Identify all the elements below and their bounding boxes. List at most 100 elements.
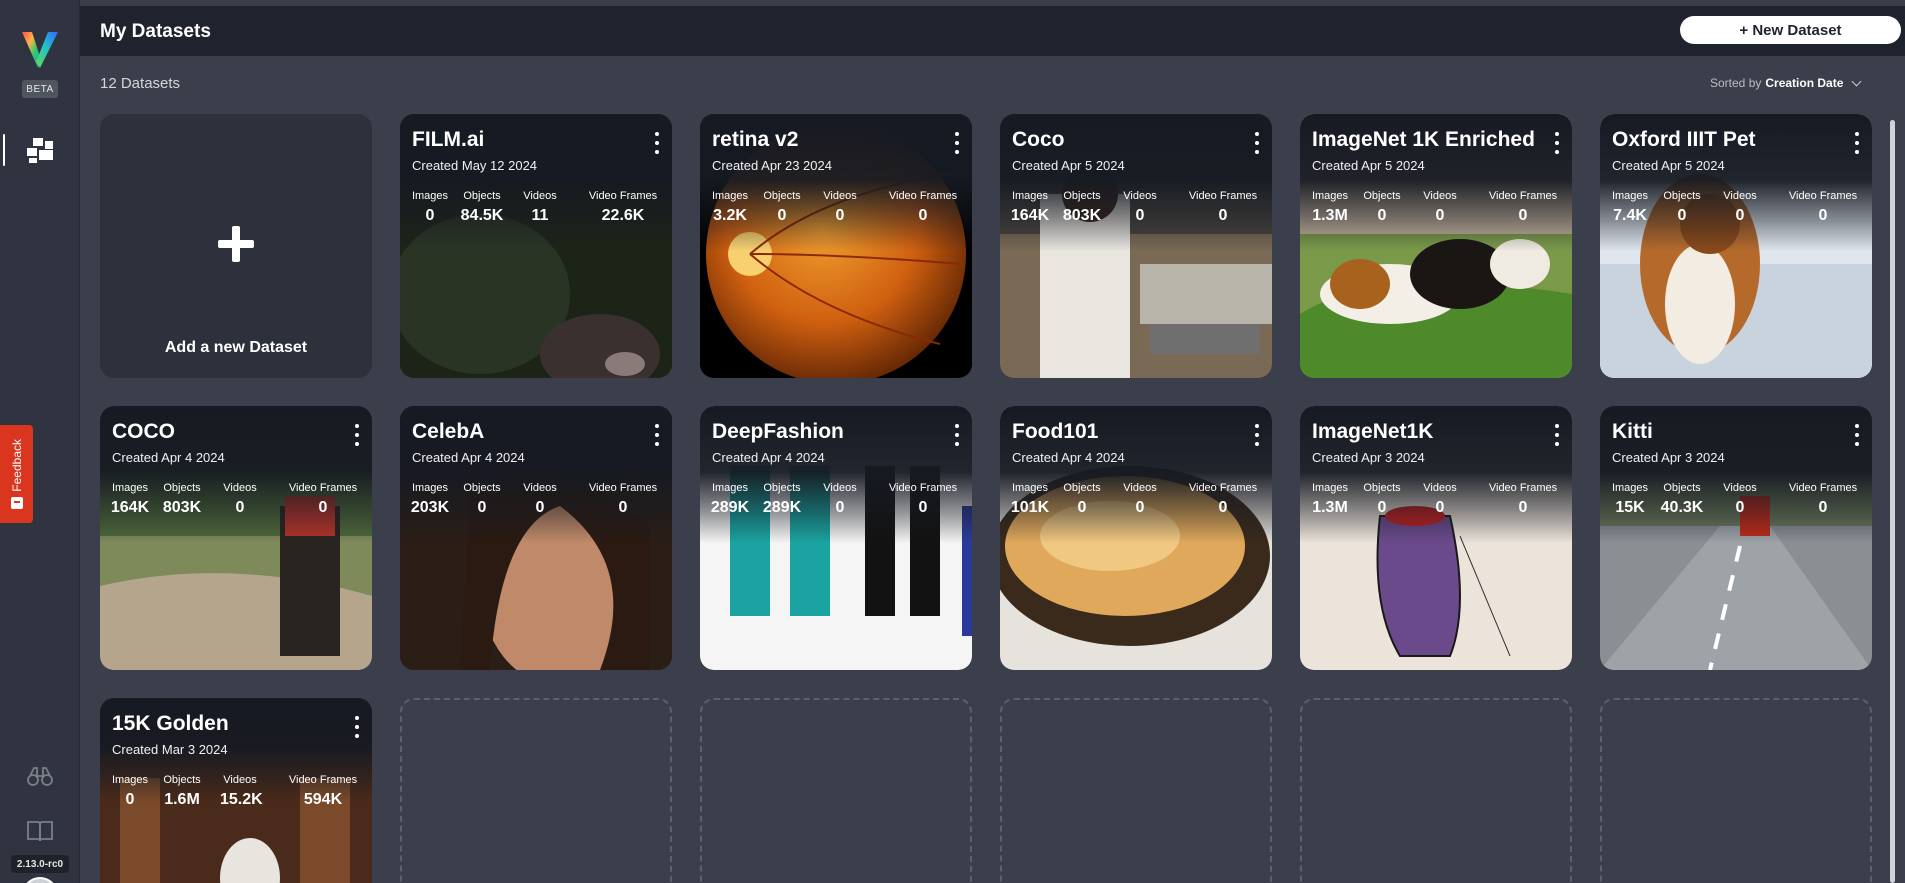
stat-objects: Objects 0 xyxy=(1063,482,1101,516)
stat-video-frames: Video Frames 0 xyxy=(1788,190,1858,224)
stat-video-frames: Video Frames 594K xyxy=(288,774,358,808)
dataset-card[interactable]: 15K Golden Created Mar 3 2024 Images 0 Ob… xyxy=(100,698,372,883)
stat-video-frames: Video Frames 0 xyxy=(588,482,658,516)
more-options-icon[interactable] xyxy=(1554,424,1560,446)
more-options-icon[interactable] xyxy=(1254,424,1260,446)
scrollbar[interactable] xyxy=(1890,120,1895,883)
dataset-created: Created Apr 4 2024 xyxy=(112,450,225,465)
stat-images: Images 164K xyxy=(1010,190,1050,224)
page-title: My Datasets xyxy=(100,21,211,42)
dataset-card[interactable]: CelebA Created Apr 4 2024 Images 203K Obj… xyxy=(400,406,672,670)
dataset-created: Created Apr 4 2024 xyxy=(412,450,525,465)
stat-video-frames: Video Frames 0 xyxy=(888,482,958,516)
plus-icon xyxy=(218,226,254,262)
card-overlay xyxy=(1600,406,1872,670)
more-options-icon[interactable] xyxy=(954,132,960,154)
more-options-icon[interactable] xyxy=(1254,132,1260,154)
feedback-label: Feedback xyxy=(9,438,24,492)
stat-objects: Objects 803K xyxy=(1062,190,1102,224)
dataset-name: Food101 xyxy=(1012,420,1099,443)
sidebar-item-datasets[interactable] xyxy=(0,130,80,170)
stat-images: Images 1.3M xyxy=(1311,482,1349,516)
dataset-name: Kitti xyxy=(1612,420,1653,443)
dataset-card[interactable]: Kitti Created Apr 3 2024 Images 15K Objec… xyxy=(1600,406,1872,670)
dataset-card[interactable]: FILM.ai Created May 12 2024 Images 0 Obje… xyxy=(400,114,672,378)
dataset-name: retina v2 xyxy=(712,128,799,151)
empty-slot xyxy=(400,698,672,883)
dataset-name: 15K Golden xyxy=(112,712,229,735)
sidebar-item-docs[interactable] xyxy=(24,815,56,847)
dataset-created: Created Apr 5 2024 xyxy=(1612,158,1725,173)
sidebar-item-explore[interactable] xyxy=(24,760,56,792)
dataset-card[interactable]: Food101 Created Apr 4 2024 Images 101K Ob… xyxy=(1000,406,1272,670)
stat-video-frames: Video Frames 0 xyxy=(1788,482,1858,516)
empty-slot xyxy=(700,698,972,883)
stat-video-frames: Video Frames 0 xyxy=(1488,190,1558,224)
card-overlay xyxy=(700,406,972,670)
stat-objects: Objects 0 xyxy=(763,190,801,224)
add-dataset-label: Add a new Dataset xyxy=(164,339,308,356)
stat-videos: Videos 0 xyxy=(823,482,857,516)
dataset-created: Created Apr 5 2024 xyxy=(1312,158,1425,173)
card-overlay xyxy=(700,114,972,378)
stat-images: Images 101K xyxy=(1010,482,1050,516)
card-overlay xyxy=(100,406,372,670)
stat-videos: Videos 0 xyxy=(523,482,557,516)
stat-images: Images 203K xyxy=(410,482,450,516)
dataset-card[interactable]: retina v2 Created Apr 23 2024 Images 3.2K… xyxy=(700,114,972,378)
new-dataset-button[interactable]: + New Dataset xyxy=(1680,16,1901,44)
dataset-name: Coco xyxy=(1012,128,1065,151)
dataset-created: Created Apr 3 2024 xyxy=(1612,450,1725,465)
dataset-card[interactable]: Oxford IIIT Pet Created Apr 5 2024 Image… xyxy=(1600,114,1872,378)
user-avatar[interactable] xyxy=(22,877,58,883)
datasets-grid-icon xyxy=(27,138,53,163)
stat-objects: Objects 0 xyxy=(1363,190,1401,224)
stat-video-frames: Video Frames 0 xyxy=(1488,482,1558,516)
stat-video-frames: Video Frames 0 xyxy=(1188,190,1258,224)
stat-videos: Videos 0 xyxy=(1423,482,1457,516)
more-options-icon[interactable] xyxy=(654,132,660,154)
dataset-name: ImageNet 1K Enriched xyxy=(1312,128,1535,151)
empty-slot xyxy=(1000,698,1272,883)
app-logo[interactable] xyxy=(20,30,60,70)
more-options-icon[interactable] xyxy=(1854,132,1860,154)
chevron-down-icon xyxy=(1851,76,1862,86)
more-options-icon[interactable] xyxy=(354,424,360,446)
stat-videos: Videos 11 xyxy=(523,190,557,224)
dataset-created: Created Apr 3 2024 xyxy=(1312,450,1425,465)
beta-badge: BETA xyxy=(22,80,58,98)
stat-images: Images 0 xyxy=(111,774,149,808)
stat-images: Images 1.3M xyxy=(1311,190,1349,224)
feedback-tab[interactable]: Feedback xyxy=(0,425,33,523)
stat-video-frames: Video Frames 22.6K xyxy=(588,190,658,224)
dataset-card[interactable]: ImageNet1K Created Apr 3 2024 Images 1.3M… xyxy=(1300,406,1572,670)
more-options-icon[interactable] xyxy=(1554,132,1560,154)
more-options-icon[interactable] xyxy=(354,716,360,738)
dataset-card[interactable]: Coco Created Apr 5 2024 Images 164K Objec… xyxy=(1000,114,1272,378)
sort-dropdown[interactable]: Sorted by Creation Date xyxy=(1710,76,1862,90)
more-options-icon[interactable] xyxy=(1854,424,1860,446)
dataset-card[interactable]: COCO Created Apr 4 2024 Images 164K Objec… xyxy=(100,406,372,670)
stat-video-frames: Video Frames 0 xyxy=(288,482,358,516)
dataset-name: Oxford IIIT Pet xyxy=(1612,128,1756,151)
card-overlay xyxy=(1300,406,1572,670)
card-overlay xyxy=(400,406,672,670)
dataset-card[interactable]: ImageNet 1K Enriched Created Apr 5 2024 … xyxy=(1300,114,1572,378)
stat-objects: Objects 0 xyxy=(1363,482,1401,516)
dataset-name: CelebA xyxy=(412,420,485,443)
more-options-icon[interactable] xyxy=(654,424,660,446)
dataset-card[interactable]: DeepFashion Created Apr 4 2024 Images 289… xyxy=(700,406,972,670)
stat-objects: Objects 1.6M xyxy=(163,774,201,808)
stat-videos: Videos 0 xyxy=(1723,482,1757,516)
dataset-name: COCO xyxy=(112,420,175,443)
more-options-icon[interactable] xyxy=(954,424,960,446)
stat-videos: Videos 0 xyxy=(1423,190,1457,224)
sort-value: Creation Date xyxy=(1765,76,1844,90)
empty-slot xyxy=(1600,698,1872,883)
dataset-created: Created Apr 4 2024 xyxy=(712,450,825,465)
stat-videos: Videos 0 xyxy=(1723,190,1757,224)
dataset-created: Created May 12 2024 xyxy=(412,158,538,173)
stat-videos: Videos 0 xyxy=(1123,482,1157,516)
add-dataset-card[interactable]: Add a new Dataset xyxy=(100,114,372,378)
stat-videos: Videos 0 xyxy=(1123,190,1157,224)
